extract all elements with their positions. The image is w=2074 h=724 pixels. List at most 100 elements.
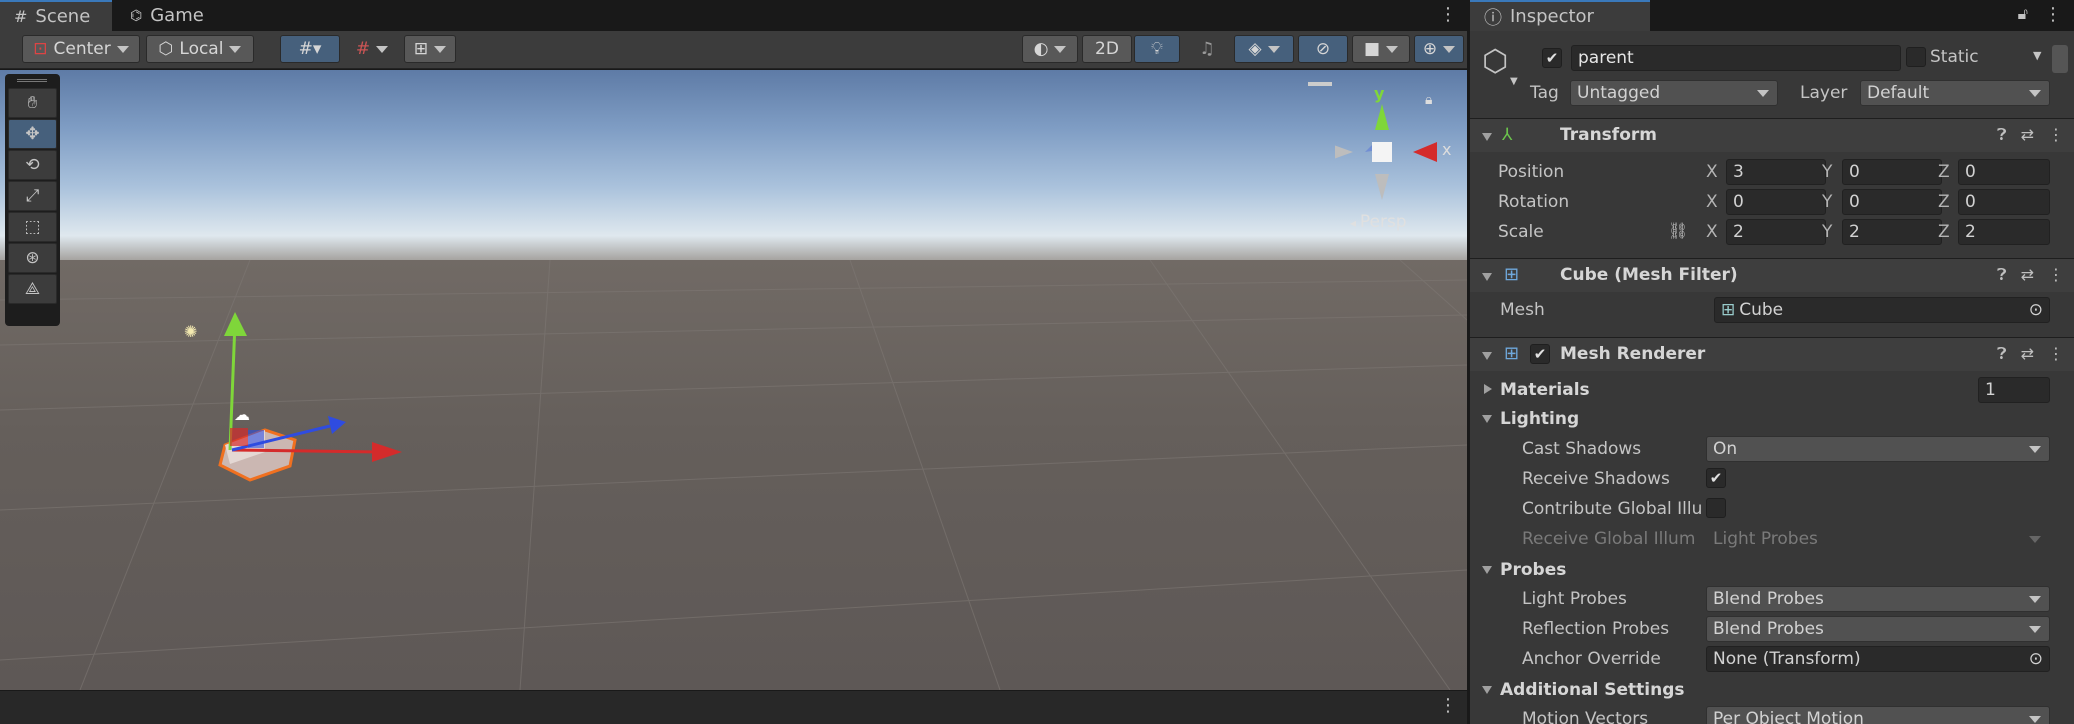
chevron-down-icon (2029, 626, 2041, 633)
transform-header[interactable]: ⅄ Transform ❓︎ ⇄ ⋮ (1470, 118, 2074, 152)
scene-viewport[interactable]: ✋︎ ✥ ⟲ ⤢ ⬚ ⊛ ⟁ ✺ ☁ 🔒︎ y x ◂ Persp (0, 70, 1467, 690)
more-options-icon[interactable]: ⋮ (1439, 4, 1457, 25)
more-options-icon[interactable]: ⋮ (2044, 4, 2062, 25)
svg-text:☁: ☁ (234, 405, 250, 424)
audio-toggle[interactable]: ♫ (1184, 35, 1230, 63)
tab-game[interactable]: ⌬ Game (116, 0, 218, 31)
mesh-filter-header[interactable]: ⊞ Cube (Mesh Filter) ❓︎ ⇄ ⋮ (1470, 258, 2074, 292)
scene-visibility-toggle[interactable]: ⊘ (1298, 35, 1348, 63)
preset-icon[interactable]: ⇄ (2021, 125, 2034, 145)
hand-tool-button[interactable]: ✋︎ (8, 88, 57, 118)
materials-count-field[interactable]: 1 (1978, 377, 2050, 403)
scrollbar[interactable] (2052, 45, 2068, 73)
rotation-y-field[interactable]: 0 (1842, 189, 1942, 215)
move-icon: ✥ (25, 124, 40, 144)
layer-dropdown[interactable]: Default (1860, 80, 2050, 106)
anchor-override-field[interactable]: None (Transform) ⊙ (1706, 646, 2050, 672)
additional-settings-foldout-icon[interactable] (1482, 686, 1492, 694)
rotate-tool-button[interactable]: ⟲ (8, 150, 57, 180)
scale-tool-button[interactable]: ⤢ (8, 181, 57, 211)
more-options-icon[interactable]: ⋮ (2048, 265, 2064, 285)
probes-label[interactable]: Probes (1500, 560, 1566, 580)
active-checkbox[interactable]: ✔ (1542, 48, 1562, 68)
motion-vectors-value: Per Object Motion (1713, 709, 1864, 724)
grid-visibility-button[interactable]: ⊞ (404, 35, 456, 63)
additional-settings-label[interactable]: Additional Settings (1500, 680, 1685, 700)
static-checkbox[interactable] (1906, 47, 1926, 67)
light-probes-dropdown[interactable]: Blend Probes (1706, 586, 2050, 612)
rect-tool-button[interactable]: ⬚ (8, 212, 57, 242)
foldout-arrow-icon[interactable] (1482, 352, 1492, 360)
scale-x-field[interactable]: 2 (1726, 219, 1826, 245)
space-mode-dropdown[interactable]: ⬡ Local (146, 35, 254, 63)
chevron-down-icon (1757, 90, 1769, 97)
rotation-x-field[interactable]: 0 (1726, 189, 1826, 215)
camera-dropdown[interactable]: ■ (1352, 35, 1410, 63)
transform-tool-button[interactable]: ⊛ (8, 243, 57, 273)
receive-shadows-label: Receive Shadows (1522, 469, 1670, 489)
axis-x-label: X (1706, 162, 1718, 182)
receive-shadows-checkbox[interactable]: ✔ (1706, 468, 1726, 488)
more-options-icon[interactable]: ⋮ (1439, 695, 1457, 716)
foldout-arrow-icon[interactable] (1482, 273, 1492, 281)
reflection-probes-dropdown[interactable]: Blend Probes (1706, 616, 2050, 642)
scale-y-field[interactable]: 2 (1842, 219, 1942, 245)
mesh-field[interactable]: ⊞ Cube ⊙ (1714, 297, 2050, 323)
gizmos-dropdown[interactable]: ⊕ (1414, 35, 1464, 63)
increment-snap-button[interactable]: # (344, 35, 400, 63)
position-z-field[interactable]: 0 (1958, 159, 2050, 185)
lighting-foldout-icon[interactable] (1482, 415, 1492, 423)
mesh-renderer-header[interactable]: ⊞ ✔ Mesh Renderer ❓︎ ⇄ ⋮ (1470, 337, 2074, 371)
static-dropdown-icon[interactable]: ▼ (2033, 49, 2041, 62)
probes-foldout-icon[interactable] (1482, 566, 1492, 574)
constrain-proportions-icon[interactable]: ⛓ (1668, 221, 1688, 240)
object-picker-icon[interactable]: ⊙ (2029, 649, 2043, 669)
preset-icon[interactable]: ⇄ (2021, 265, 2034, 285)
lighting-toggle[interactable]: 💡︎ (1134, 35, 1180, 63)
preset-icon[interactable]: ⇄ (2021, 344, 2034, 364)
materials-label[interactable]: Materials (1500, 380, 1590, 400)
cast-shadows-dropdown[interactable]: On (1706, 436, 2050, 462)
object-name-field[interactable]: parent (1571, 45, 1901, 71)
tab-scene[interactable]: # Scene (0, 0, 112, 31)
contribute-gi-checkbox[interactable] (1706, 498, 1726, 518)
rotation-z-field[interactable]: 0 (1958, 189, 2050, 215)
move-gizmo[interactable]: ☁ (150, 240, 410, 510)
more-options-icon[interactable]: ⋮ (2048, 125, 2064, 145)
object-picker-icon[interactable]: ⊙ (2029, 300, 2043, 320)
foldout-arrow-icon[interactable] (1482, 133, 1492, 141)
more-options-icon[interactable]: ⋮ (2048, 344, 2064, 364)
lighting-label[interactable]: Lighting (1500, 409, 1579, 429)
grid-snap-button[interactable]: #▾ (280, 35, 340, 63)
mesh-renderer-title: Mesh Renderer (1560, 344, 1706, 364)
projection-label[interactable]: ◂ Persp (1350, 212, 1407, 232)
custom-tool-button[interactable]: ⟁ (8, 274, 57, 304)
help-icon[interactable]: ❓︎ (1997, 344, 2007, 364)
lightbulb-icon: 💡︎ (1151, 39, 1163, 59)
effects-dropdown[interactable]: ◈ (1234, 35, 1294, 63)
pivot-mode-dropdown[interactable]: ⊡ Center (22, 35, 140, 63)
gizmo-drag-icon[interactable] (1308, 82, 1332, 86)
mode-2d-button[interactable]: 2D (1082, 35, 1132, 63)
materials-foldout-icon[interactable] (1484, 384, 1492, 394)
move-tool-button[interactable]: ✥ (8, 119, 57, 149)
help-icon[interactable]: ❓︎ (1997, 125, 2007, 145)
lock-icon[interactable]: 🔓︎ (2018, 4, 2028, 24)
help-icon[interactable]: ❓︎ (1997, 265, 2007, 285)
position-y-field[interactable]: 0 (1842, 159, 1942, 185)
ruler-icon: ⊞ (413, 39, 429, 59)
mesh-renderer-enabled-checkbox[interactable]: ✔ (1530, 344, 1550, 364)
drag-handle-icon[interactable] (17, 79, 47, 82)
tag-dropdown[interactable]: Untagged (1570, 80, 1778, 106)
inspector-panel: ⓘ Inspector 🔓︎ ⋮ ⬡ ▼ ✔ parent Static ▼ T… (1470, 0, 2074, 724)
gameobject-icon[interactable]: ⬡ (1482, 44, 1508, 79)
tab-inspector[interactable]: ⓘ Inspector (1470, 0, 1650, 31)
scale-z-field[interactable]: 2 (1958, 219, 2050, 245)
chevron-down-icon (434, 45, 447, 53)
motion-vectors-dropdown[interactable]: Per Object Motion (1706, 706, 2050, 724)
light-probes-value: Blend Probes (1713, 589, 1824, 609)
position-x-field[interactable]: 3 (1726, 159, 1826, 185)
shading-mode-dropdown[interactable]: ◐ (1022, 35, 1078, 63)
transform-title: Transform (1560, 125, 1657, 145)
chevron-down-icon (116, 45, 129, 53)
